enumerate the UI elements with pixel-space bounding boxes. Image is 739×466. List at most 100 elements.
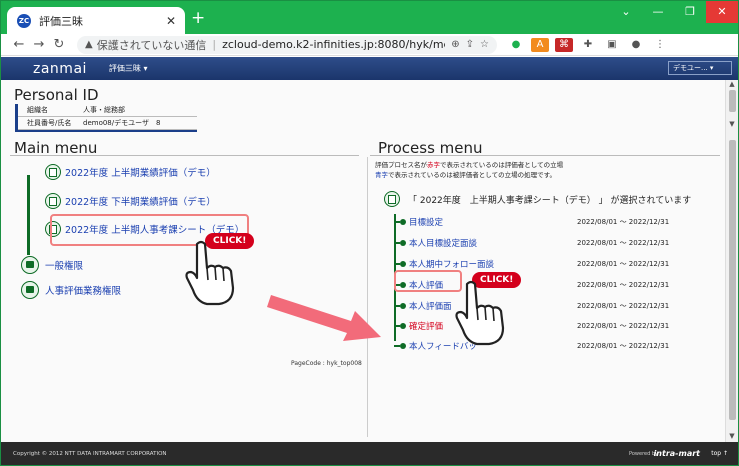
forward-arrow-icon[interactable]: →	[29, 37, 49, 52]
copyright-text: Copyright © 2012 NTT DATA INTRAMART CORP…	[13, 450, 167, 457]
maximize-button[interactable]: ❐	[674, 1, 706, 23]
scroll-up-icon[interactable]: ▲	[726, 80, 738, 88]
process-menu-divider	[370, 155, 720, 156]
process-item-label: 目標設定	[409, 218, 444, 228]
profile-avatar-icon[interactable]: ●	[627, 38, 645, 52]
bullet-icon	[400, 219, 406, 225]
warning-icon[interactable]: ▲	[85, 39, 93, 50]
pointing-hand-icon	[185, 240, 235, 306]
back-to-top-link[interactable]: top ↑	[711, 450, 728, 457]
menu-item-label: 2022年度 上半期業績評価（デモ）	[65, 168, 216, 179]
employee-key: 社員番号/氏名	[27, 119, 72, 127]
user-dropdown[interactable]: デモユー... ▾	[668, 61, 732, 75]
bullet-icon	[400, 303, 406, 309]
menu-item-first-half-performance[interactable]: 2022年度 上半期業績評価（デモ）	[45, 164, 216, 180]
process-item-label: 本人期中フォロー面談	[409, 260, 495, 270]
document-icon	[45, 193, 61, 209]
process-item-goal-setting[interactable]: 目標設定 2022/08/01 ～ 2022/12/31	[394, 216, 714, 228]
process-item-goal-interview[interactable]: 本人目標設定面談 2022/08/01 ～ 2022/12/31	[394, 237, 714, 249]
scroll-down-icon[interactable]: ▼	[726, 120, 738, 128]
tab-close-icon[interactable]: ✕	[166, 14, 176, 28]
personal-id-title: Personal ID	[14, 86, 99, 104]
document-icon	[45, 164, 61, 180]
scroll-thumb-top[interactable]	[729, 90, 736, 112]
bullet-icon	[400, 240, 406, 246]
note-text: で表示されているのは評価者としての立場	[440, 161, 564, 169]
selected-process: 「 2022年度 上半期人事考課シート（デモ） 」 が選択されています	[384, 191, 691, 207]
direction-arrow-icon	[267, 295, 381, 341]
note-blue-word: 青字	[375, 171, 388, 179]
personal-id-box: 組織名 人事・総務部 社員番号/氏名 demo08/デモユーザ 8	[15, 104, 197, 132]
process-item-feedback[interactable]: 本人フィードバッ 2022/08/01 ～ 2022/12/31	[394, 340, 714, 352]
bullet-icon	[400, 261, 406, 267]
scroll-thumb-main[interactable]	[729, 140, 736, 420]
process-item-label: 本人目標設定面談	[409, 239, 478, 249]
address-separator: |	[212, 38, 217, 51]
menu-item-label: 一般権限	[45, 261, 84, 272]
tab-title: 評価三昧	[39, 14, 83, 28]
org-value: 人事・総務部	[83, 106, 125, 114]
tab-search-icon[interactable]: ⌄	[610, 1, 642, 23]
org-key: 組織名	[27, 106, 48, 114]
extensions-area: ● A ⌘ ✚ ▣ ● ⋮	[507, 37, 675, 52]
window-controls: ⌄ — ❐ ✕	[610, 1, 738, 23]
puzzle-extensions-icon[interactable]: ✚	[579, 38, 597, 52]
app-top-nav: zanmai 評価三昧 ▾ デモユー... ▾	[1, 57, 738, 80]
new-tab-button[interactable]: +	[191, 10, 205, 27]
vertical-scrollbar[interactable]: ▲ ▼ ▼	[725, 80, 738, 442]
process-item-evaluation-interview[interactable]: 本人評価面 2022/08/01 ～ 2022/12/31	[394, 300, 714, 312]
minimize-button[interactable]: —	[642, 1, 674, 23]
menu-item-general-permission[interactable]: 一般権限	[21, 256, 83, 274]
employee-row: 社員番号/氏名 demo08/デモユーザ 8	[18, 117, 197, 130]
process-item-date: 2022/08/01 ～ 2022/12/31	[577, 239, 670, 247]
main-menu-tree-line	[27, 175, 30, 255]
process-item-date: 2022/08/01 ～ 2022/12/31	[577, 281, 670, 289]
tab-bar: ZC 評価三昧 ✕ + ⌄ — ❐ ✕	[1, 1, 738, 34]
bullet-icon	[400, 343, 406, 349]
process-item-date: 2022/08/01 ～ 2022/12/31	[577, 342, 670, 350]
org-row: 組織名 人事・総務部	[18, 104, 197, 117]
pdf-extension-icon[interactable]: ⌘	[555, 37, 573, 52]
permission-icon	[21, 256, 39, 274]
kebab-menu-icon[interactable]: ⋮	[651, 38, 669, 52]
scroll-bottom-icon[interactable]: ▼	[726, 432, 738, 440]
evernote-extension-icon[interactable]: ●	[507, 38, 525, 52]
reload-icon[interactable]: ↻	[49, 37, 69, 52]
side-panel-icon[interactable]: ▣	[603, 38, 621, 52]
selected-process-text: 「 2022年度 上半期人事考課シート（デモ） 」 が選択されています	[408, 195, 692, 206]
employee-value: demo08/デモユーザ 8	[83, 119, 161, 127]
note-text: で表示されているのは被評価者としての立場の処理です。	[388, 171, 556, 179]
back-arrow-icon[interactable]: ←	[9, 37, 29, 52]
page-code: PageCode : hyk_top008	[291, 360, 362, 367]
process-note-red: 評価プロセス名が赤字で表示されているのは評価者としての立場	[375, 159, 563, 169]
process-item-date: 2022/08/01 ～ 2022/12/31	[577, 322, 670, 330]
app-menu-dropdown[interactable]: 評価三昧 ▾	[109, 63, 148, 74]
bookmark-star-icon[interactable]: ☆	[480, 39, 489, 50]
menu-item-hr-evaluation-permission[interactable]: 人事評価業務権限	[21, 281, 121, 299]
intra-mart-logo: intra-mart	[653, 449, 700, 458]
process-note-blue: 青字で表示されているのは被評価者としての立場の処理です。	[375, 169, 556, 179]
insecure-label: 保護されていない通信	[96, 38, 207, 52]
document-icon	[384, 191, 400, 207]
zoom-icon[interactable]: ⊕	[451, 39, 459, 50]
menu-item-label: 2022年度 下半期業績評価（デモ）	[65, 197, 216, 208]
pointing-hand-icon	[455, 280, 505, 346]
app-footer: Copyright © 2012 NTT DATA INTRAMART CORP…	[1, 442, 738, 465]
main-content: Personal ID 組織名 人事・総務部 社員番号/氏名 demo08/デモ…	[1, 80, 725, 442]
process-item-midterm-followup[interactable]: 本人期中フォロー面談 2022/08/01 ～ 2022/12/31	[394, 258, 714, 270]
menu-item-label: 人事評価業務権限	[45, 286, 122, 297]
zanmai-app: zanmai 評価三昧 ▾ デモユー... ▾ Personal ID 組織名 …	[1, 57, 738, 465]
bullet-icon	[400, 323, 406, 329]
process-item-date: 2022/08/01 ～ 2022/12/31	[577, 218, 670, 226]
close-window-button[interactable]: ✕	[706, 1, 738, 23]
tab-hyoka-zanmai[interactable]: ZC 評価三昧 ✕	[7, 7, 185, 34]
process-item-label: 確定評価	[409, 322, 444, 332]
zanmai-logo: zanmai	[33, 60, 87, 77]
process-item-final-evaluation[interactable]: 確定評価 2022/08/01 ～ 2022/12/31	[394, 320, 714, 332]
a-extension-icon[interactable]: A	[531, 37, 549, 52]
zc-favicon-icon: ZC	[17, 13, 31, 28]
address-bar[interactable]: ▲ 保護されていない通信 | zcloud-demo.k2-infinities…	[77, 35, 497, 54]
menu-item-second-half-performance[interactable]: 2022年度 下半期業績評価（デモ）	[45, 193, 216, 209]
share-icon[interactable]: ⇪	[466, 39, 474, 50]
note-text: 評価プロセス名が	[375, 161, 427, 169]
